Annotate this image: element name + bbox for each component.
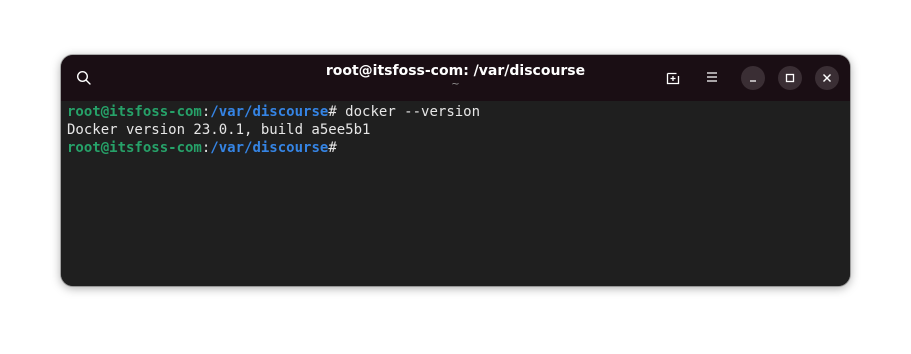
terminal-line-prompt: root@itsfoss-com:/var/discourse# — [67, 139, 850, 157]
menu-icon — [707, 72, 717, 82]
terminal-line-output: Docker version 23.0.1, build a5ee5b1 — [67, 121, 850, 139]
title-bar[interactable]: root@itsfoss-com: /var/discourse ~ — [61, 55, 850, 101]
prompt-user: root@itsfoss-com — [67, 104, 202, 120]
minimize-icon — [750, 80, 756, 82]
new-tab-icon — [666, 72, 680, 85]
output-text: Docker version 23.0.1, build a5ee5b1 — [67, 122, 371, 138]
menu-button[interactable] — [700, 65, 724, 89]
window-title: root@itsfoss-com: /var/discourse — [325, 63, 586, 79]
terminal-line-command: root@itsfoss-com:/var/discourse# docker … — [67, 103, 850, 121]
new-tab-button[interactable] — [661, 66, 685, 90]
terminal-output[interactable]: root@itsfoss-com:/var/discourse# docker … — [61, 101, 850, 286]
command-text: docker --version — [336, 104, 481, 120]
close-button[interactable] — [815, 66, 839, 90]
prompt-symbol: # — [328, 140, 337, 156]
prompt-user: root@itsfoss-com — [67, 140, 202, 156]
terminal-window: root@itsfoss-com: /var/discourse ~ root@… — [61, 55, 850, 286]
maximize-icon — [785, 73, 795, 83]
minimize-button[interactable] — [741, 66, 765, 90]
prompt-symbol: # — [328, 104, 337, 120]
prompt-path: /var/discourse — [210, 140, 329, 156]
window-subtitle: ~ — [451, 79, 460, 90]
prompt-path: /var/discourse — [210, 104, 329, 120]
maximize-button[interactable] — [778, 66, 802, 90]
close-icon — [823, 74, 831, 82]
